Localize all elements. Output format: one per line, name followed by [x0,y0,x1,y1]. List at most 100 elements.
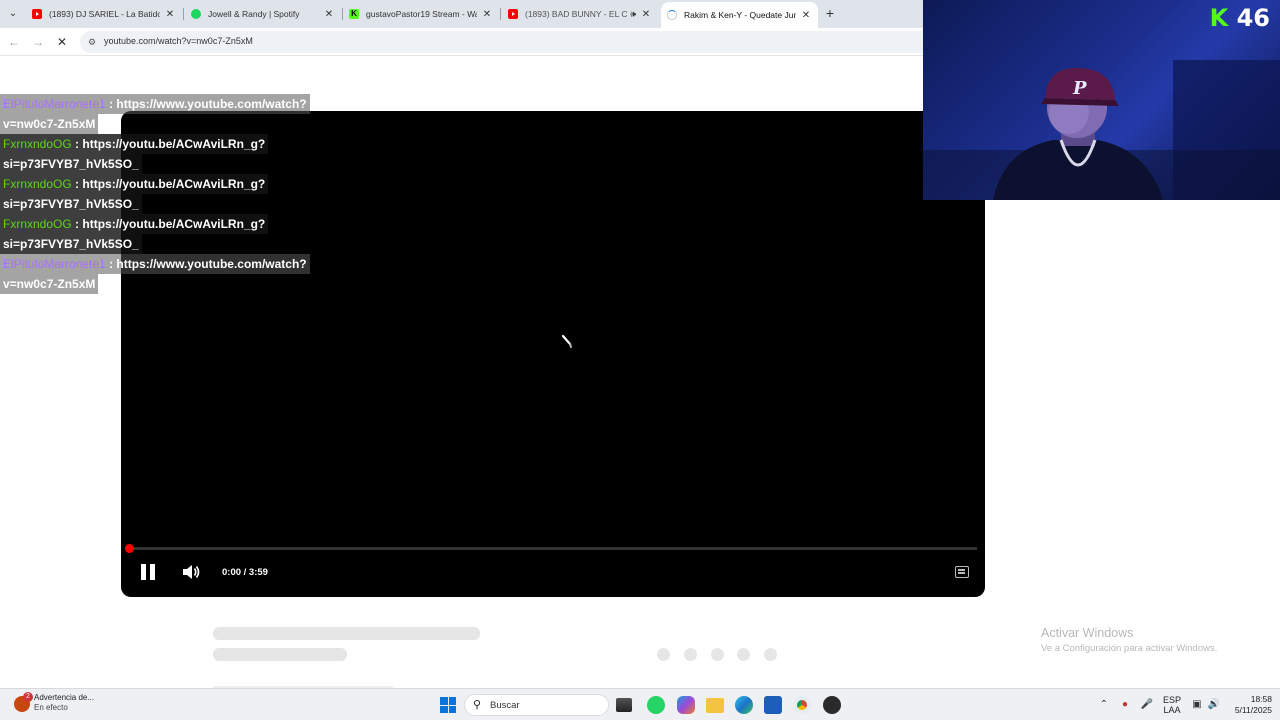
tab-rakim-ken-y[interactable]: Rakim & Ken-Y - Quedate Junto ✕ [661,2,818,28]
close-icon[interactable]: ✕ [481,9,493,20]
forward-icon[interactable]: → [30,34,46,50]
windows-taskbar: 2 Advertencia de... En efecto ⚲ Buscar ⌃… [0,688,1280,720]
progress-scrubber[interactable] [125,544,134,553]
security-tray-icon[interactable]: ● [1118,698,1132,712]
youtube-icon [32,9,42,19]
spotify-icon [191,9,201,19]
tab-spotify[interactable]: Jowell & Randy | Spotify ✕ [185,2,341,26]
search-placeholder: Buscar [490,700,520,711]
chat-text: https://youtu.be/ACwAviLRn_g? [82,177,266,191]
notification-widget[interactable]: 2 Advertencia de... En efecto [14,692,95,713]
pause-icon[interactable] [139,563,157,581]
kick-follow-badge: K 46 [1210,4,1270,32]
tab-search-dropdown-icon[interactable]: ⌄ [5,6,21,22]
volume-icon[interactable] [181,563,201,581]
chat-username: FxrnxndoOG [3,177,72,191]
speaker-icon[interactable]: 🕪 [630,9,636,20]
language-indicator[interactable]: ESP LAA [1163,695,1181,715]
chat-text: si=p73FVYB7_hVk5SO_ [0,194,142,214]
chat-text: si=p73FVYB7_hVk5SO_ [0,234,142,254]
stop-loading-icon[interactable]: ✕ [54,34,70,50]
browser-tabstrip: ⌄ (1893) DJ SARIEL - La Batidora (Of ✕ J… [0,0,923,28]
chat-message: FxrnxndoOG : https://youtu.be/ACwAviLRn_… [0,174,360,214]
activation-watermark-subtitle: Ve a Configuración para activar Windows. [1041,643,1218,654]
chat-username: ElPitufoMarronete1 [3,257,106,271]
loading-icon [667,10,677,20]
address-bar[interactable]: ⚙ youtube.com/watch?v=nw0c7-Zn5xM [80,31,923,53]
file-explorer-icon[interactable] [706,698,724,713]
action-skeleton [711,648,724,661]
chat-message: ElPitufoMarronete1 : https://www.youtube… [0,94,360,134]
chat-text: https://youtu.be/ACwAviLRn_g? [82,217,266,231]
clock-time: 18:58 [1250,694,1272,704]
chat-username: FxrnxndoOG [3,217,72,231]
chat-text: https://youtu.be/ACwAviLRn_g? [82,137,266,151]
action-skeleton [684,648,697,661]
webcam-overlay: P K 46 [923,0,1280,200]
obs-icon[interactable] [823,696,841,714]
microphone-icon[interactable]: 🎤 [1140,698,1154,712]
close-icon[interactable]: ✕ [323,9,335,20]
subtitles-icon[interactable] [955,566,969,578]
badge-count: 46 [1236,4,1270,32]
search-icon: ⚲ [473,699,482,711]
tab-divider [500,8,501,20]
chat-text: v=nw0c7-Zn5xM [0,274,99,294]
kick-logo: K [1209,4,1229,32]
edge-icon[interactable] [735,696,753,714]
chat-text: https://www.youtube.com/watch? [116,97,307,111]
chat-text: si=p73FVYB7_hVk5SO_ [0,154,142,174]
tab-title: Jowell & Randy | Spotify [208,9,300,19]
new-tab-icon[interactable]: + [822,5,838,21]
chat-username: FxrnxndoOG [3,137,72,151]
chat-message: FxrnxndoOG : https://youtu.be/ACwAviLRn_… [0,134,360,174]
youtube-icon [508,9,518,19]
chat-message: ElPitufoMarronete1 : https://www.youtube… [0,254,360,294]
chat-text: v=nw0c7-Zn5xM [0,114,99,134]
browser-toolbar: ← → ✕ ⚙ youtube.com/watch?v=nw0c7-Zn5xM [0,28,923,56]
loading-spinner-icon [561,334,572,348]
chat-username: ElPitufoMarronete1 [3,97,106,111]
store-icon[interactable] [764,696,782,714]
start-button[interactable] [440,697,456,713]
cap-logo: P [1072,78,1087,99]
system-clock[interactable]: 18:58 5/11/2025 [1224,694,1272,716]
tab-dj-sariel[interactable]: (1893) DJ SARIEL - La Batidora (Of ✕ [26,2,182,26]
taskbar-search[interactable]: ⚲ Buscar [464,694,609,716]
warning-icon: 2 [14,692,33,712]
whatsapp-icon[interactable] [647,696,665,714]
action-skeleton [737,648,750,661]
clock-date: 5/11/2025 [1234,705,1272,715]
chat-text: https://www.youtube.com/watch? [116,257,307,271]
close-icon[interactable]: ✕ [640,9,652,20]
close-icon[interactable]: ✕ [164,9,176,20]
notification-title: Advertencia de... [34,693,95,702]
tab-kick-stream[interactable]: K gustavoPastor19 Stream - Watch ✕ [343,2,499,26]
tab-bad-bunny[interactable]: (1893) BAD BUNNY - EL CLUB 🕪 ✕ [502,2,658,26]
chat-separator: : [105,257,117,271]
title-skeleton [213,627,480,640]
site-info-icon[interactable]: ⚙ [86,36,98,48]
show-hidden-icons-icon[interactable]: ⌃ [1097,698,1111,712]
task-view-icon[interactable] [616,698,632,712]
progress-bar[interactable] [129,547,977,550]
chat-separator: : [71,137,83,151]
tab-title: gustavoPastor19 Stream - Watch [366,9,477,19]
time-display: 0:00 / 3:59 [222,567,268,578]
chat-separator: : [71,217,83,231]
back-icon[interactable]: ← [6,34,22,50]
chat-separator: : [71,177,83,191]
action-skeleton [657,648,670,661]
network-icon[interactable]: ▣ [1190,698,1204,712]
volume-tray-icon[interactable]: 🔊 [1207,698,1221,712]
close-icon[interactable]: ✕ [800,10,812,21]
chat-separator: : [105,97,117,111]
chrome-icon[interactable] [793,696,811,714]
url-text[interactable]: youtube.com/watch?v=nw0c7-Zn5xM [104,36,253,46]
tab-title: (1893) DJ SARIEL - La Batidora (Of [49,9,160,19]
tab-divider [183,8,184,20]
copilot-icon[interactable] [677,696,695,714]
tab-title: (1893) BAD BUNNY - EL CLUB [525,9,628,19]
kick-icon: K [349,9,359,19]
keyboard-layout: LAA [1163,705,1181,715]
